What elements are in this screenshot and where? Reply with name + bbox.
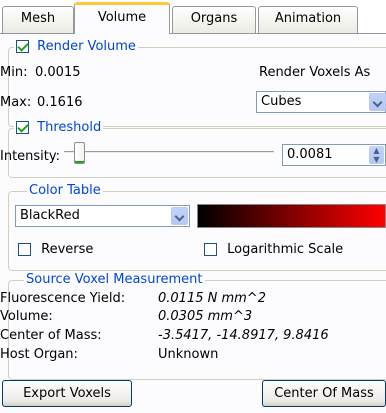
center-of-mass-button[interactable]: Center Of Mass <box>262 380 386 407</box>
color-table-value: BlackRed <box>20 208 80 223</box>
slider-thumb[interactable] <box>74 142 85 164</box>
tab-mesh[interactable]: Mesh <box>2 6 74 33</box>
logarithmic-label: Logarithmic Scale <box>227 242 344 257</box>
fluorescence-label: Fluorescence Yield: <box>0 291 126 306</box>
chevron-down-icon[interactable] <box>171 207 188 225</box>
chevron-down-icon[interactable] <box>369 93 386 111</box>
fluorescence-value: 0.0115 N mm^2 <box>158 291 266 306</box>
min-value: 0.0015 <box>35 65 81 80</box>
threshold-checkbox[interactable] <box>16 121 29 134</box>
color-table-select[interactable]: BlackRed <box>15 205 190 227</box>
intensity-spinbox[interactable]: 0.0081 ▲ ▼ <box>282 144 386 166</box>
render-voxels-as-value: Cubes <box>261 94 302 109</box>
intensity-slider[interactable] <box>64 139 274 167</box>
reverse-label: Reverse <box>41 242 94 257</box>
render-volume-checkbox[interactable] <box>16 40 29 53</box>
center-of-mass-value: -3.5417, -14.8917, 9.8416 <box>158 328 329 343</box>
volume-value: 0.0305 mm^3 <box>158 309 253 324</box>
slider-track <box>64 151 274 154</box>
logarithmic-checkbox[interactable] <box>204 243 217 256</box>
reverse-checkbox[interactable] <box>18 243 31 256</box>
volume-panel: Render Volume Min: 0.0015 Render Voxels … <box>0 34 386 413</box>
intensity-label: Intensity: <box>0 149 61 164</box>
spin-buttons[interactable]: ▲ ▼ <box>369 146 384 164</box>
tab-bar: Mesh Volume Organs Animation <box>0 0 386 34</box>
intensity-value: 0.0081 <box>287 147 333 162</box>
center-of-mass-label: Center of Mass: <box>0 328 102 343</box>
render-volume-group <box>8 47 386 127</box>
host-organ-value: Unknown <box>158 347 219 362</box>
export-voxels-button[interactable]: Export Voxels <box>2 380 132 407</box>
spin-up-icon[interactable]: ▲ <box>369 146 384 155</box>
volume-label: Volume: <box>0 309 53 324</box>
threshold-legend[interactable]: Threshold <box>14 120 104 136</box>
tab-volume[interactable]: Volume <box>74 2 170 34</box>
color-gradient-preview <box>197 204 386 228</box>
color-table-legend: Color Table <box>27 183 103 199</box>
render-volume-label: Render Volume <box>37 39 136 54</box>
render-volume-legend[interactable]: Render Volume <box>14 39 138 55</box>
color-table-group <box>8 191 386 271</box>
min-label: Min: <box>0 65 28 80</box>
tab-organs[interactable]: Organs <box>172 6 256 33</box>
threshold-label: Threshold <box>37 120 102 135</box>
render-voxels-as-select[interactable]: Cubes <box>256 91 386 113</box>
logarithmic-option[interactable]: Logarithmic Scale <box>204 242 343 257</box>
max-label: Max: <box>0 95 32 110</box>
tab-animation[interactable]: Animation <box>258 6 358 33</box>
host-organ-label: Host Organ: <box>0 347 78 362</box>
reverse-option[interactable]: Reverse <box>18 242 93 257</box>
render-voxels-as-label: Render Voxels As <box>259 65 371 80</box>
max-value: 0.1616 <box>37 95 83 110</box>
spin-down-icon[interactable]: ▼ <box>369 155 384 164</box>
source-legend: Source Voxel Measurement <box>24 272 205 288</box>
